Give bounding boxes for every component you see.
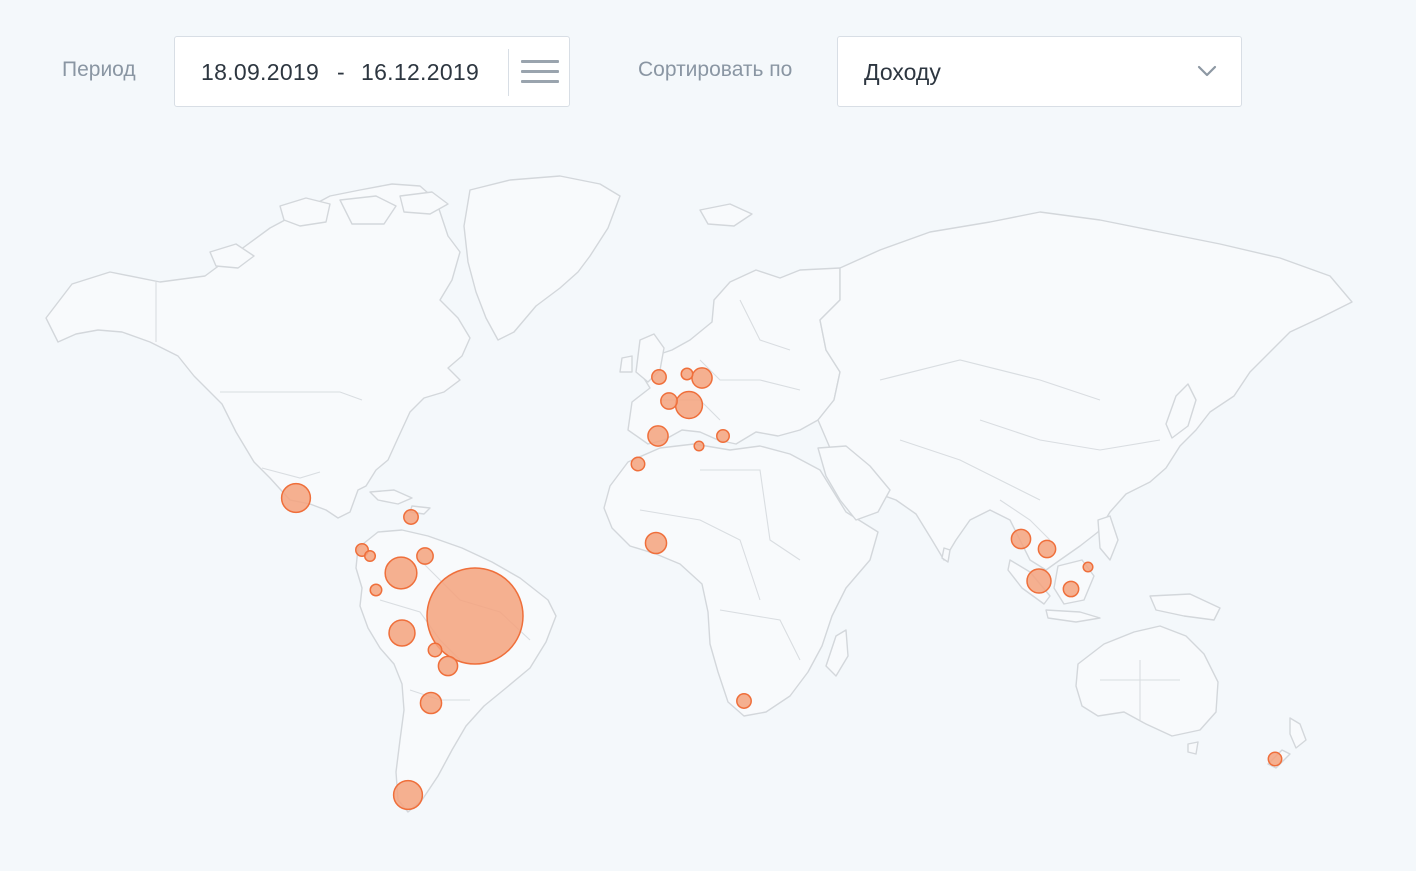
marker-new-zealand[interactable] xyxy=(1267,751,1283,767)
marker-southern-argentina[interactable] xyxy=(392,779,424,811)
marker-vietnam[interactable] xyxy=(1037,539,1057,559)
marker-switzerland[interactable] xyxy=(674,390,704,420)
marker-thailand[interactable] xyxy=(1010,528,1032,550)
marker-italy[interactable] xyxy=(693,440,705,452)
land-java xyxy=(1045,609,1101,623)
marker-germany[interactable] xyxy=(691,367,713,389)
marker-united-kingdom[interactable] xyxy=(651,369,667,385)
marker-colombia[interactable] xyxy=(384,556,418,590)
land-north-america xyxy=(45,183,471,519)
land-new-guinea xyxy=(1149,593,1221,621)
marker-spain[interactable] xyxy=(647,425,669,447)
marker-dominican-republic[interactable] xyxy=(403,509,419,525)
land-caribbean xyxy=(369,489,431,515)
land-greenland xyxy=(463,175,621,341)
marker-croatia[interactable] xyxy=(716,429,730,443)
marker-france[interactable] xyxy=(660,392,678,410)
land-australia xyxy=(1075,625,1219,737)
land-layer xyxy=(45,175,1353,813)
land-svalbard xyxy=(699,203,753,227)
marker-borneo[interactable] xyxy=(1062,580,1080,598)
marker-portugal[interactable] xyxy=(630,456,646,472)
marker-panama[interactable] xyxy=(363,549,377,563)
marker-bolivia[interactable] xyxy=(427,642,443,658)
marker-paraguay[interactable] xyxy=(437,655,459,677)
marker-singapore[interactable] xyxy=(1026,568,1052,594)
marker-chile[interactable] xyxy=(419,691,443,715)
marker-philippines[interactable] xyxy=(1082,561,1094,573)
marker-south-africa[interactable] xyxy=(736,693,752,709)
page: Период 18.09.2019 - 16.12.2019 Сортирова… xyxy=(0,0,1416,871)
land-asia xyxy=(817,211,1353,571)
marker-netherlands[interactable] xyxy=(680,367,694,381)
marker-venezuela[interactable] xyxy=(416,547,434,565)
world-map xyxy=(45,175,1353,813)
marker-ecuador[interactable] xyxy=(369,583,383,597)
marker-ghana[interactable] xyxy=(644,531,668,555)
marker-mexico[interactable] xyxy=(280,482,312,514)
marker-peru[interactable] xyxy=(388,619,416,647)
land-madagascar xyxy=(825,629,849,677)
land-philippines xyxy=(1097,515,1119,561)
land-tasmania xyxy=(1187,741,1199,755)
